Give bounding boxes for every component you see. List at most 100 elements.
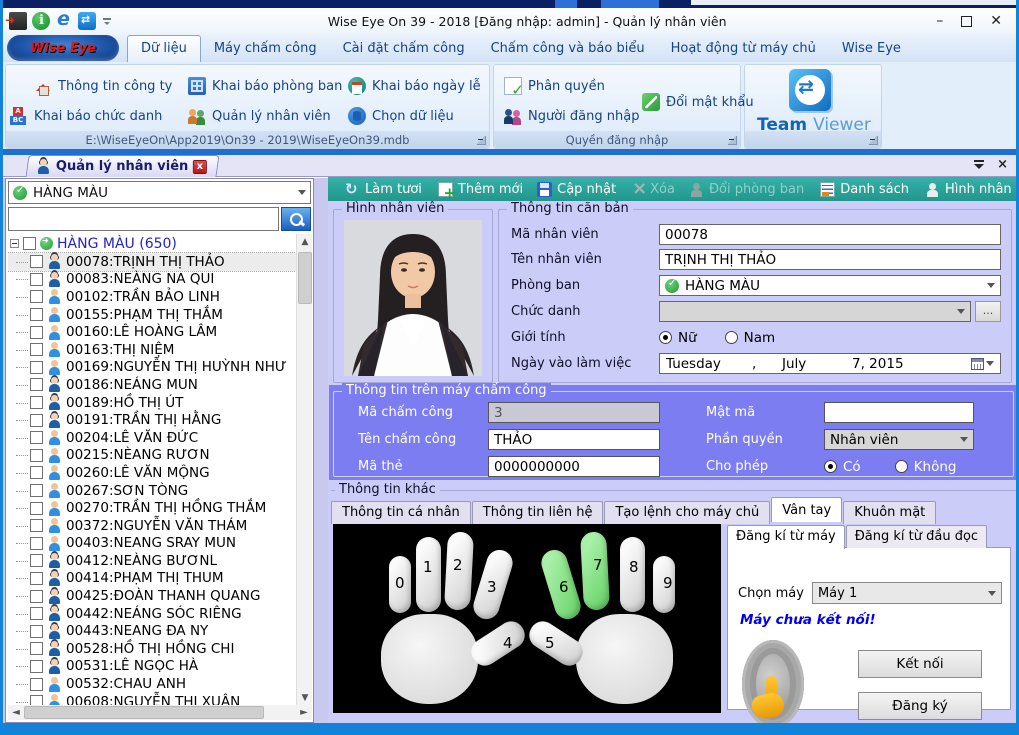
privilege-combo[interactable]: Nhân viên	[824, 429, 974, 450]
gender-radio-female[interactable]	[659, 331, 672, 344]
employee-checkbox[interactable]	[30, 290, 43, 303]
tree-row-employee[interactable]: 00102:TRẦN BẢO LINH	[8, 288, 296, 306]
finger-4[interactable]	[466, 616, 529, 670]
quick-access-dropdown-icon[interactable]	[101, 12, 113, 30]
maximize-button[interactable]	[961, 16, 972, 27]
menu-tab-1[interactable]: Máy chấm công	[201, 36, 330, 62]
tree-row-employee[interactable]: 00083:NEÀNG NA QUI	[8, 271, 296, 289]
internet-explorer-icon[interactable]	[55, 12, 73, 30]
tree-row-employee[interactable]: 00204:LÊ VĂN ĐỨC	[8, 429, 296, 447]
ribbon-item-select-data[interactable]: Chọn dữ liệu	[348, 107, 454, 125]
register-button[interactable]: Đăng ký	[858, 692, 982, 720]
employee-checkbox[interactable]	[30, 431, 43, 444]
department-combo[interactable]: HÀNG MÀU	[8, 181, 311, 204]
department-field[interactable]: HÀNG MÀU	[659, 275, 1001, 296]
employee-checkbox[interactable]	[30, 378, 43, 391]
employee-checkbox[interactable]	[30, 502, 43, 515]
minimize-button[interactable]: –	[936, 14, 943, 28]
ribbon-item-permission[interactable]: Phân quyền	[504, 77, 605, 95]
employee-checkbox[interactable]	[30, 660, 43, 673]
exit-icon[interactable]	[9, 12, 27, 30]
tree-row-employee[interactable]: 00189:HỒ THỊ ÚT	[8, 394, 296, 412]
employee-checkbox[interactable]	[30, 678, 43, 691]
tree-row-employee[interactable]: 00412:NEÀNG BƯƠNL	[8, 552, 296, 570]
menu-tab-3[interactable]: Chấm công và báo biểu	[478, 36, 658, 62]
toolbar-button-1[interactable]: Thêm mới	[431, 178, 530, 200]
tab-list-dropdown-icon[interactable]	[974, 159, 985, 170]
tree-row-employee[interactable]: 00414:PHẠM THỊ THUM	[8, 570, 296, 588]
teamviewer-logo-icon[interactable]	[789, 69, 831, 111]
toolbar-button-0[interactable]: Làm tươi	[338, 178, 429, 200]
tree-row-employee[interactable]: 00215:NÈANG RƯƠN	[8, 447, 296, 465]
tree-row-employee[interactable]: 00260:LÊ VĂN MỘNG	[8, 464, 296, 482]
employee-checkbox[interactable]	[30, 572, 43, 585]
menu-tab-2[interactable]: Cài đặt chấm công	[330, 36, 478, 62]
tree-horizontal-scrollbar[interactable]: ◄►	[8, 705, 312, 720]
job-title-field[interactable]	[659, 301, 971, 322]
tree-row-employee[interactable]: 00191:TRẦN THỊ HẰNG	[8, 411, 296, 429]
connect-button[interactable]: Kết nối	[858, 650, 982, 678]
password-field[interactable]	[824, 402, 974, 423]
ribbon-item-job-title[interactable]: Khai báo chức danh	[10, 107, 162, 125]
tree-row-employee[interactable]: 00442:NEÁNG SÓC RIÊNG	[8, 605, 296, 623]
ribbon-item-login-users[interactable]: Người đăng nhập	[504, 107, 639, 125]
tree-row-employee[interactable]: 00403:NEANG SRAY MUN	[8, 535, 296, 553]
tree-row-employee[interactable]: 00270:TRẦN THỊ HỒNG THẮM	[8, 499, 296, 517]
allowed-radio-no[interactable]	[895, 460, 908, 473]
employee-checkbox[interactable]	[30, 554, 43, 567]
menu-tab-5[interactable]: Wise Eye	[829, 36, 914, 62]
tree-expander-icon[interactable]	[10, 239, 19, 248]
tree-row-employee[interactable]: 00531:LÊ NGỌC HÀ	[8, 658, 296, 676]
tree-root-checkbox[interactable]	[23, 237, 36, 250]
search-button[interactable]	[281, 207, 311, 231]
tree-row-employee[interactable]: 00169:NGUYỄN THỊ HUỲNH NHƯ	[8, 359, 296, 377]
employee-checkbox[interactable]	[30, 607, 43, 620]
employee-checkbox[interactable]	[30, 273, 43, 286]
employee-checkbox[interactable]	[30, 396, 43, 409]
menu-tab-4[interactable]: Hoạt động từ máy chủ	[658, 36, 829, 62]
menu-tab-0[interactable]: Dữ liệu	[127, 35, 201, 62]
tree-row-employee[interactable]: 00078:TRỊNH THỊ THẢO	[8, 253, 296, 271]
employee-checkbox[interactable]	[30, 326, 43, 339]
search-input[interactable]	[8, 207, 279, 231]
register-tab-0[interactable]: Đăng kí từ máy	[727, 525, 845, 549]
employee-checkbox[interactable]	[30, 466, 43, 479]
tab-employee-management[interactable]: Quản lý nhân viên x	[25, 155, 219, 177]
employee-checkbox[interactable]	[30, 414, 43, 427]
employee-name-field[interactable]: TRỊNH THỊ THẢO	[659, 249, 1001, 270]
tree-vertical-scrollbar[interactable]: ▲ ▼	[296, 234, 312, 706]
employee-checkbox[interactable]	[30, 361, 43, 374]
tree-row-employee[interactable]: 00155:PHẠM THỊ THẮM	[8, 306, 296, 324]
close-button[interactable]: ✕	[990, 14, 1002, 28]
subtab-1[interactable]: Thông tin liên hệ	[472, 501, 604, 524]
register-tab-1[interactable]: Đăng kí từ đầu đọc	[846, 525, 987, 548]
tree-row-employee[interactable]: 00532:CHAU ANH	[8, 675, 296, 693]
ribbon-item-company[interactable]: Thông tin công ty	[34, 77, 172, 95]
toolbar-button-5[interactable]: Danh sách	[813, 178, 916, 200]
subtab-2[interactable]: Tạo lệnh cho máy chủ	[604, 501, 770, 524]
gender-radio-male[interactable]	[725, 331, 738, 344]
ribbon-item-holiday[interactable]: Khai báo ngày lễ	[348, 77, 481, 95]
employee-checkbox[interactable]	[30, 537, 43, 550]
tree-row-employee[interactable]: 00160:LÊ HOÀNG LÂM	[8, 323, 296, 341]
calendar-dropdown-icon[interactable]	[971, 357, 994, 370]
tab-close-icon[interactable]: x	[193, 160, 207, 174]
employee-checkbox[interactable]	[30, 308, 43, 321]
allowed-radio-yes[interactable]	[824, 460, 837, 473]
toolbar-button-6[interactable]: Hình nhân viên	[918, 178, 1019, 200]
tabstrip-close-icon[interactable]: ×	[997, 158, 1008, 171]
card-number-field[interactable]: 0000000000	[488, 456, 660, 477]
teamviewer-quick-icon[interactable]	[78, 12, 96, 30]
info-icon[interactable]	[32, 12, 50, 30]
ribbon-item-employees[interactable]: Quản lý nhân viên	[188, 107, 331, 125]
hire-date-field[interactable]: Tuesday , July 7, 2015	[659, 353, 1001, 374]
employee-checkbox[interactable]	[30, 484, 43, 497]
employee-checkbox[interactable]	[30, 343, 43, 356]
toolbar-button-2[interactable]: Cập nhật	[530, 178, 623, 200]
tree-row-employee[interactable]: 00267:SƠN TÒNG	[8, 482, 296, 500]
group-expander-icon[interactable]	[869, 136, 878, 145]
ribbon-item-department[interactable]: Khai báo phòng ban	[188, 77, 342, 95]
ribbon-item-change-password[interactable]: Đổi mật khẩu	[642, 93, 754, 111]
tree-row-employee[interactable]: 00186:NEÁNG MUN	[8, 376, 296, 394]
scrollbar-thumb[interactable]	[24, 706, 264, 719]
